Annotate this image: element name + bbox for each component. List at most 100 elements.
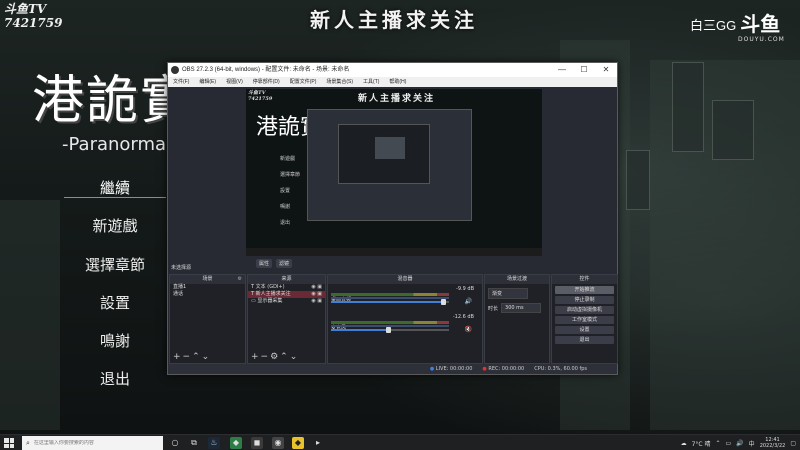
- filters-button[interactable]: 滤镜: [276, 259, 293, 268]
- obs-preview[interactable]: 斗鱼TV 7421759 新人主播求关注 港詭實 新遊戲 選擇章節 設置 鳴謝 …: [246, 89, 542, 256]
- menu-new-game[interactable]: 新遊戲: [60, 215, 170, 236]
- scenes-list: 直播1 通话: [170, 284, 245, 351]
- menu-chapter-select[interactable]: 選擇章節: [60, 254, 170, 275]
- scene-item[interactable]: 直播1: [170, 284, 245, 291]
- scenes-title: 场景: [202, 276, 213, 282]
- volume-slider[interactable]: [331, 299, 449, 305]
- cortana-icon[interactable]: ○: [169, 437, 181, 449]
- weather-icon[interactable]: ☁: [681, 440, 687, 447]
- taskbar-search[interactable]: ⌕: [22, 436, 163, 450]
- menu-edit[interactable]: 编辑(E): [194, 77, 221, 87]
- shop-sign: [626, 150, 650, 210]
- live-time: 00:00:00: [449, 366, 473, 372]
- transition-select[interactable]: 渐变: [488, 288, 528, 299]
- live-label: LIVE:: [435, 366, 449, 372]
- down-icon[interactable]: ⌄: [290, 352, 300, 362]
- channel-db: -9.9 dB: [456, 286, 474, 292]
- add-icon[interactable]: +: [173, 352, 183, 362]
- audio-meter: [331, 293, 449, 296]
- source-item[interactable]: ▭ 显示器采集 ◉ ▣: [248, 298, 325, 305]
- source-toolbar: 属性 滤镜: [256, 259, 293, 268]
- obs-icon[interactable]: ◉: [272, 437, 284, 449]
- app-icon[interactable]: ▸: [312, 437, 324, 449]
- transition-type: 渐变: [488, 288, 546, 299]
- task-view-icon[interactable]: ⧉: [188, 437, 200, 449]
- app-icon[interactable]: ◆: [230, 437, 242, 449]
- input-language[interactable]: 中: [749, 439, 755, 448]
- duration-input[interactable]: 300 ms: [501, 303, 542, 313]
- chevron-up-icon[interactable]: ⌃: [715, 440, 720, 447]
- down-icon[interactable]: ⌄: [202, 352, 212, 362]
- start-streaming-button[interactable]: 开始推流: [555, 286, 614, 294]
- preview-follow-banner: 新人主播求关注: [358, 94, 436, 104]
- menu-tools[interactable]: 工具(T): [358, 77, 384, 87]
- obs-titlebar[interactable]: OBS 27.2.3 (64-bit, windows) - 配置文件: 未命名…: [168, 63, 617, 77]
- studio-mode-button[interactable]: 工作室模式: [555, 316, 614, 324]
- preview-recursive-capture: [307, 109, 472, 221]
- notification-icon[interactable]: ▢: [790, 440, 796, 447]
- shop-sign: [712, 100, 754, 160]
- menu-view[interactable]: 视图(V): [221, 77, 248, 87]
- sources-dock: 来源 T 文本 (GDI+) ◉ ▣ T 新人主播求关注 ◉ ▣ ▭ 显示器采集…: [247, 274, 326, 364]
- display-capture-icon: ▭: [251, 298, 256, 304]
- virtual-camera-button[interactable]: 启动虚拟摄像机: [555, 306, 614, 314]
- live-icon: ●: [429, 366, 435, 372]
- source-item[interactable]: T 新人主播求关注 ◉ ▣: [248, 291, 325, 298]
- dock-title: 混音器: [328, 275, 482, 284]
- app-icon[interactable]: ◼: [251, 437, 263, 449]
- duration-label: 时长: [488, 305, 499, 312]
- minimize-button[interactable]: —: [551, 63, 573, 77]
- channel-db: -12.6 dB: [452, 314, 474, 320]
- sources-footer: +−⚙⌃⌄: [248, 351, 325, 363]
- eye-lock-icons[interactable]: ◉ ▣: [311, 284, 322, 291]
- volume-icon[interactable]: 🔊: [736, 440, 743, 447]
- app-icon[interactable]: ◆: [292, 437, 304, 449]
- menu-quit[interactable]: 退出: [60, 368, 170, 389]
- steam-icon[interactable]: ♨: [208, 437, 220, 449]
- settings-button[interactable]: 设置: [555, 326, 614, 334]
- no-source-selected-label: 未选择源: [171, 265, 192, 271]
- network-icon[interactable]: ▭: [726, 440, 732, 447]
- search-input[interactable]: [33, 440, 154, 446]
- gear-icon[interactable]: ⚙: [238, 275, 242, 284]
- remove-icon[interactable]: −: [183, 352, 193, 362]
- menu-scene-collection[interactable]: 场景集合(S): [321, 77, 358, 87]
- clock[interactable]: 12:41 2022/3/22: [760, 437, 786, 449]
- add-icon[interactable]: +: [251, 352, 261, 362]
- properties-button[interactable]: 属性: [256, 259, 273, 268]
- menu-profile[interactable]: 配置文件(P): [285, 77, 322, 87]
- menu-help[interactable]: 帮助(H): [384, 77, 411, 87]
- menu-settings[interactable]: 設置: [60, 292, 170, 313]
- system-tray: ☁ 7°C 晴 ⌃ ▭ 🔊 中 12:41 2022/3/22 ▢: [681, 435, 796, 450]
- menu-continue[interactable]: 繼續: [60, 177, 170, 198]
- close-button[interactable]: ✕: [595, 63, 617, 77]
- preview-taskbar: [246, 248, 542, 256]
- maximize-button[interactable]: ☐: [573, 63, 595, 77]
- follow-banner: 新人主播求关注: [310, 8, 478, 32]
- gear-icon[interactable]: ⚙: [270, 352, 280, 362]
- volume-slider[interactable]: [331, 327, 449, 333]
- menu-file[interactable]: 文件(F): [168, 77, 194, 87]
- speaker-icon[interactable]: 🔊: [465, 298, 472, 305]
- live-status: ● LIVE: 00:00:00: [430, 364, 473, 374]
- volume-knob[interactable]: [441, 299, 447, 305]
- text-source-icon: T: [251, 284, 255, 290]
- douyu-watermark: 白三GG 斗鱼 DOUYU.COM: [690, 14, 784, 43]
- menu-docks[interactable]: 停靠部件(D): [248, 77, 285, 87]
- dock-title: 控件: [552, 275, 617, 284]
- windows-start-icon[interactable]: [4, 438, 14, 448]
- remove-icon[interactable]: −: [261, 352, 271, 362]
- source-item[interactable]: T 文本 (GDI+) ◉ ▣: [248, 284, 325, 291]
- eye-lock-icons[interactable]: ◉ ▣: [311, 298, 322, 305]
- building: [0, 200, 60, 430]
- up-icon[interactable]: ⌃: [192, 352, 202, 362]
- scene-item[interactable]: 通话: [170, 291, 245, 298]
- exit-button[interactable]: 退出: [555, 336, 614, 344]
- up-icon[interactable]: ⌃: [280, 352, 290, 362]
- menu-credits[interactable]: 鳴謝: [60, 330, 170, 351]
- eye-lock-icons[interactable]: ◉ ▣: [311, 291, 322, 298]
- weather-text[interactable]: 7°C 晴: [692, 439, 711, 448]
- stop-recording-button[interactable]: 停止录制: [555, 296, 614, 304]
- muted-speaker-icon[interactable]: 🔇: [465, 326, 472, 333]
- volume-knob[interactable]: [385, 327, 391, 333]
